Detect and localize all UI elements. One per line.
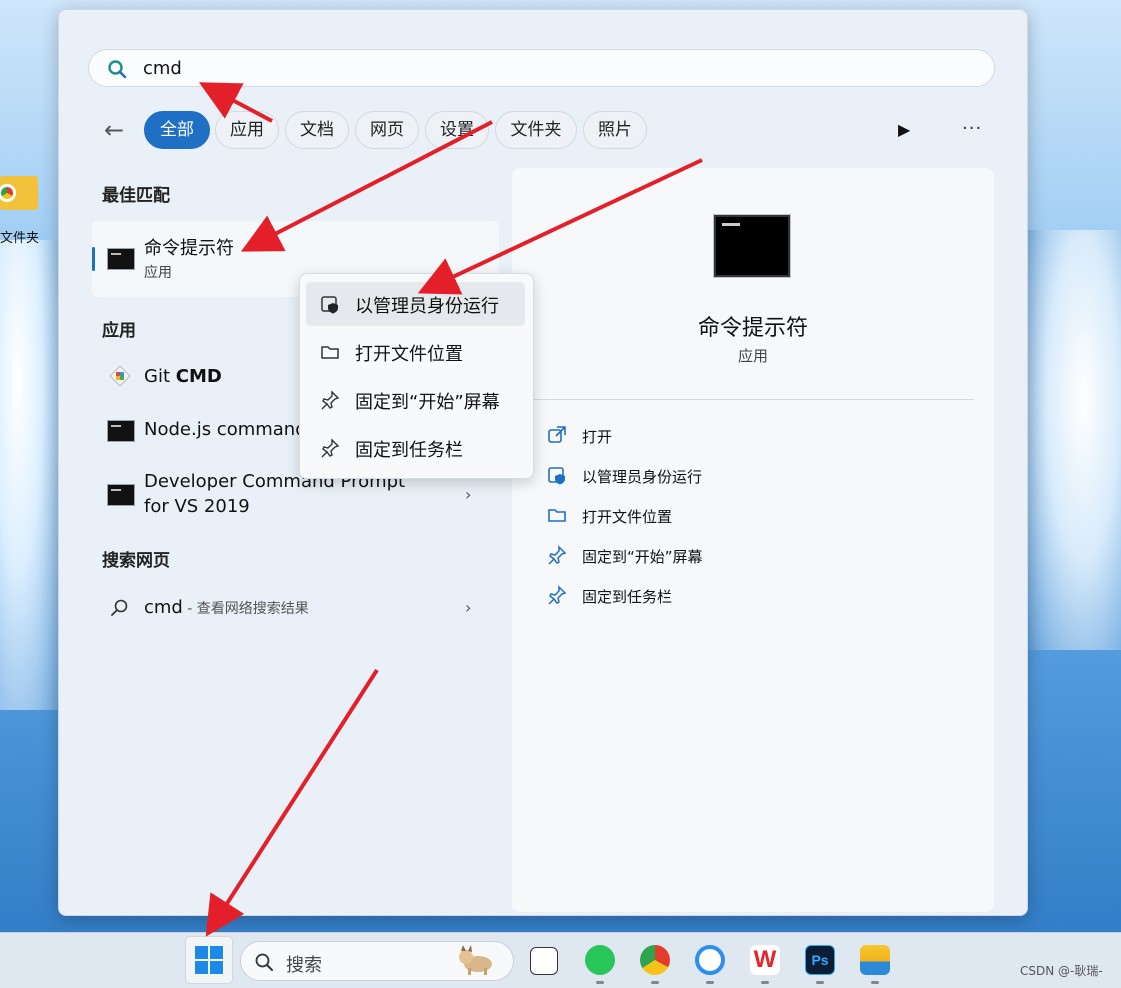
divider <box>532 399 974 400</box>
open-external-icon <box>548 426 566 443</box>
selection-indicator <box>92 247 95 271</box>
tab-photos[interactable]: 照片 <box>583 111 647 149</box>
photoshop-icon[interactable]: Ps <box>805 945 835 975</box>
more-options-button[interactable]: ··· <box>962 118 982 139</box>
wechat-icon[interactable] <box>585 945 615 975</box>
action-open-file-location[interactable]: 打开文件位置 <box>582 506 672 527</box>
taskbar <box>0 932 1121 988</box>
menu-item-pin-to-taskbar[interactable]: 固定到任务栏 <box>306 426 525 470</box>
pin-icon <box>321 390 340 410</box>
app-result-git-cmd[interactable]: Git CMD <box>144 366 222 387</box>
action-pin-to-start[interactable]: 固定到“开始”屏幕 <box>582 546 703 567</box>
tab-folders[interactable]: 文件夹 <box>495 111 577 149</box>
web-search-result[interactable]: cmd - 查看网络搜索结果 <box>144 597 309 618</box>
folder-icon <box>321 346 339 359</box>
chrome-icon[interactable] <box>640 945 670 975</box>
preview-title: 命令提示符 <box>697 316 808 341</box>
app-result-nodejs-command[interactable]: Node.js command <box>144 419 307 440</box>
running-indicator <box>596 981 604 984</box>
folder-icon <box>548 509 566 522</box>
menu-item-run-as-admin[interactable]: 以管理员身份运行 <box>306 282 525 326</box>
git-cmd-prefix: Git <box>144 366 176 387</box>
action-open[interactable]: 打开 <box>582 426 612 447</box>
taskbar-search-placeholder: 搜索 <box>286 955 322 976</box>
menu-item-label: 打开文件位置 <box>355 344 463 365</box>
windows-logo-icon <box>195 946 223 974</box>
web-search-heading: 搜索网页 <box>102 551 170 571</box>
preview-subtitle: 应用 <box>737 347 768 365</box>
action-run-as-admin[interactable]: 以管理员身份运行 <box>582 466 702 487</box>
search-query: cmd <box>143 58 182 79</box>
tab-all[interactable]: 全部 <box>144 111 210 149</box>
tab-apps[interactable]: 应用 <box>215 111 279 149</box>
desktop-wallpaper-right <box>1026 230 1121 650</box>
tencent-meeting-icon[interactable] <box>695 945 725 975</box>
desktop-folder-label: 文件夹 <box>0 231 40 246</box>
web-search-suffix: - 查看网络搜索结果 <box>182 601 309 617</box>
desktop-folder-icon[interactable] <box>0 176 38 210</box>
wps-icon[interactable]: W <box>750 945 780 975</box>
search-icon <box>111 599 128 616</box>
menu-item-label: 固定到任务栏 <box>355 440 463 461</box>
web-search-query: cmd <box>144 597 183 618</box>
menu-item-open-file-location[interactable]: 打开文件位置 <box>306 330 525 374</box>
play-icon[interactable]: ▶ <box>898 120 910 139</box>
running-indicator <box>651 981 659 984</box>
back-arrow-icon[interactable]: ← <box>104 118 130 142</box>
preview-pane <box>512 168 994 912</box>
apps-heading: 应用 <box>102 321 136 341</box>
best-match-heading: 最佳匹配 <box>102 186 170 206</box>
pin-icon <box>548 585 567 605</box>
desktop-wallpaper-left <box>0 240 60 710</box>
watermark: CSDN @-耿瑞- <box>1020 964 1103 978</box>
chevron-right-icon[interactable]: › <box>465 598 471 617</box>
menu-item-pin-to-start[interactable]: 固定到“开始”屏幕 <box>306 378 525 422</box>
command-prompt-icon <box>107 248 135 270</box>
tab-documents[interactable]: 文档 <box>285 111 349 149</box>
git-cmd-bold: CMD <box>175 366 222 387</box>
chevron-right-icon[interactable]: › <box>465 485 471 504</box>
menu-item-label: 以管理员身份运行 <box>355 296 499 317</box>
search-input[interactable]: cmd <box>88 49 995 87</box>
task-view-icon[interactable] <box>530 947 558 975</box>
search-highlight-lynx-icon <box>459 945 492 975</box>
search-icon <box>255 953 273 971</box>
action-pin-to-taskbar[interactable]: 固定到任务栏 <box>582 586 672 607</box>
tab-web[interactable]: 网页 <box>355 111 419 149</box>
app-result-dev-prompt-line2[interactable]: for VS 2019 <box>144 496 250 517</box>
running-indicator <box>706 981 714 984</box>
running-indicator <box>761 981 769 984</box>
pin-icon <box>548 545 567 565</box>
nodejs-command-icon <box>107 420 135 442</box>
running-indicator <box>871 981 879 984</box>
context-menu: 以管理员身份运行 打开文件位置 固定到“开始”屏幕 固定到任务栏 <box>299 273 534 479</box>
file-explorer-icon[interactable] <box>860 945 890 975</box>
tab-settings[interactable]: 设置 <box>425 111 489 149</box>
menu-item-label: 固定到“开始”屏幕 <box>355 392 500 413</box>
command-prompt-large-icon <box>713 214 791 278</box>
best-match-title: 命令提示符 <box>144 238 234 259</box>
admin-shield-icon <box>548 467 565 485</box>
git-cmd-icon <box>109 365 131 387</box>
dev-command-prompt-icon <box>107 484 135 506</box>
pin-icon <box>321 438 340 458</box>
best-match-subtitle: 应用 <box>144 265 172 281</box>
search-icon <box>108 60 127 79</box>
running-indicator <box>816 981 824 984</box>
admin-shield-icon <box>321 296 338 314</box>
